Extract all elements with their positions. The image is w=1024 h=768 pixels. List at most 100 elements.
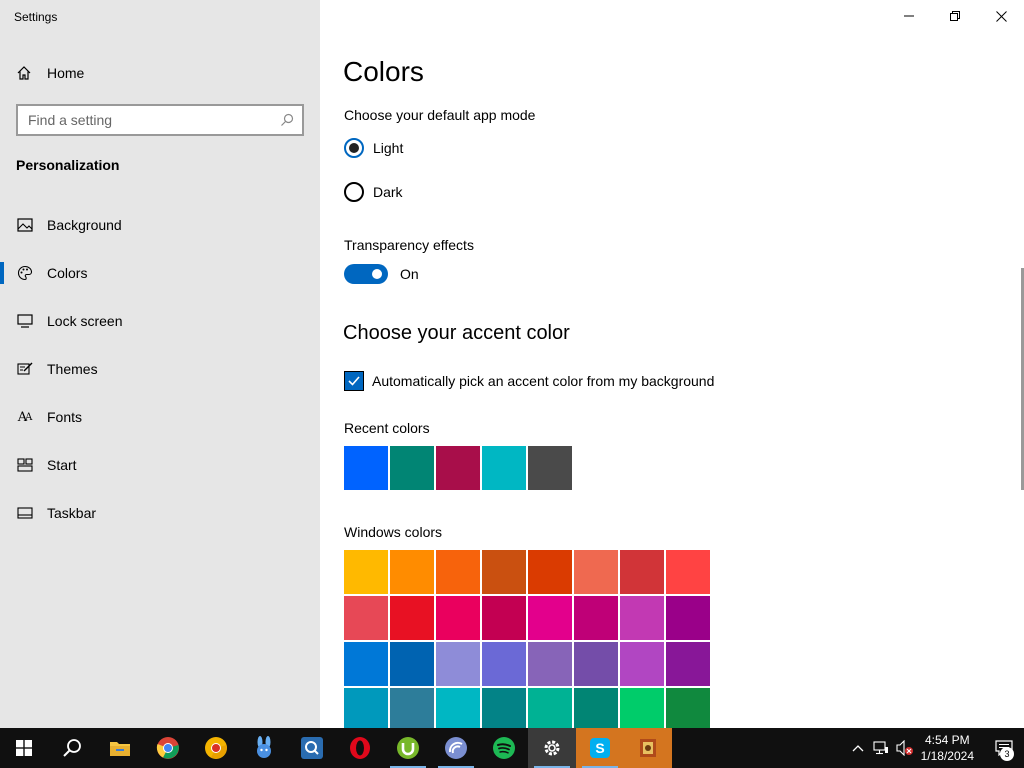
windows-color-swatch[interactable] [574, 688, 618, 728]
bittorrent-button[interactable] [432, 728, 480, 768]
start-button[interactable] [0, 728, 48, 768]
windows-color-swatch[interactable] [344, 550, 388, 594]
show-hidden-icons-button[interactable] [847, 728, 869, 768]
windows-color-swatch[interactable] [482, 550, 526, 594]
clock[interactable]: 4:54 PM 1/18/2024 [921, 732, 974, 764]
recent-colors-label: Recent colors [344, 420, 430, 436]
sidebar-item-colors[interactable]: Colors [0, 249, 320, 297]
search-icon [63, 739, 81, 757]
settings-button[interactable] [528, 728, 576, 768]
chrome-icon [156, 737, 179, 759]
windows-color-swatch[interactable] [528, 642, 572, 686]
home-link[interactable]: Home [16, 62, 84, 84]
opera-button[interactable] [336, 728, 384, 768]
windows-color-swatch[interactable] [436, 642, 480, 686]
auto-accent-checkbox[interactable] [344, 371, 364, 391]
sidebar: Settings Home Personalization Background… [0, 0, 320, 728]
bittorrent-icon [445, 737, 467, 759]
search-button[interactable] [48, 728, 96, 768]
windows-color-swatch[interactable] [620, 550, 664, 594]
sidebar-item-fonts[interactable]: AA Fonts [0, 393, 320, 441]
windows-color-swatch[interactable] [390, 596, 434, 640]
chrome-canary-button[interactable] [192, 728, 240, 768]
windows-color-swatch[interactable] [436, 688, 480, 728]
radio-light[interactable]: Light [344, 138, 403, 158]
game-icon [640, 739, 656, 757]
windows-color-swatch[interactable] [666, 688, 710, 728]
windows-color-swatch[interactable] [620, 642, 664, 686]
chrome-button[interactable] [144, 728, 192, 768]
section-title: Personalization [16, 157, 120, 173]
windows-color-swatch[interactable] [574, 642, 618, 686]
search-icon[interactable] [280, 113, 294, 127]
windows-color-swatch[interactable] [390, 550, 434, 594]
skype-icon: S [590, 738, 610, 758]
windows-color-swatch[interactable] [574, 596, 618, 640]
sidebar-item-start[interactable]: Start [0, 441, 320, 489]
windows-color-swatch[interactable] [666, 596, 710, 640]
radio-button-dark[interactable] [344, 182, 364, 202]
sidebar-item-lock-screen[interactable]: Lock screen [0, 297, 320, 345]
windows-color-swatch[interactable] [482, 642, 526, 686]
chevron-up-icon [852, 745, 864, 752]
sidebar-item-background[interactable]: Background [0, 201, 320, 249]
windows-color-swatch[interactable] [344, 642, 388, 686]
restore-button[interactable] [932, 0, 978, 32]
recent-color-swatch[interactable] [528, 446, 572, 490]
file-explorer-button[interactable] [96, 728, 144, 768]
clock-time: 4:54 PM [924, 733, 970, 747]
windows-color-swatch[interactable] [574, 550, 618, 594]
auto-accent-checkbox-row[interactable]: Automatically pick an accent color from … [344, 371, 714, 391]
picture-icon [16, 216, 34, 234]
recent-color-swatch[interactable] [390, 446, 434, 490]
windows-color-swatch[interactable] [482, 688, 526, 728]
gear-icon [544, 740, 560, 756]
network-icon [873, 741, 888, 755]
minimize-button[interactable] [886, 0, 932, 32]
fonts-icon: AA [17, 409, 33, 425]
rabbit-icon [257, 736, 271, 758]
windows-color-swatch[interactable] [528, 550, 572, 594]
search-input[interactable] [28, 112, 280, 128]
recent-color-swatch[interactable] [482, 446, 526, 490]
windows-color-swatch[interactable] [482, 596, 526, 640]
radio-button-light[interactable] [344, 138, 364, 158]
windows-color-swatch[interactable] [620, 596, 664, 640]
app-title: Settings [14, 10, 58, 24]
rabbit-app-button[interactable] [240, 728, 288, 768]
windows-logo-icon [16, 740, 32, 756]
recent-color-swatch[interactable] [344, 446, 388, 490]
windows-color-swatch[interactable] [344, 688, 388, 728]
volume-button[interactable] [893, 728, 917, 768]
search-box[interactable] [16, 104, 304, 136]
windows-color-swatch[interactable] [436, 596, 480, 640]
utorrent-icon [397, 737, 419, 759]
windows-color-swatch[interactable] [666, 550, 710, 594]
utorrent-button[interactable] [384, 728, 432, 768]
transparency-toggle-row[interactable]: On [344, 264, 419, 284]
close-button[interactable] [978, 0, 1024, 32]
qbittorrent-icon [301, 737, 323, 759]
transparency-toggle[interactable] [344, 264, 388, 284]
windows-color-swatch[interactable] [344, 596, 388, 640]
recent-color-swatch[interactable] [436, 446, 480, 490]
qbittorrent-button[interactable] [288, 728, 336, 768]
windows-color-swatch[interactable] [620, 688, 664, 728]
windows-color-swatch[interactable] [528, 596, 572, 640]
sidebar-item-themes[interactable]: Themes [0, 345, 320, 393]
svg-text:S: S [595, 740, 604, 756]
skype-button[interactable]: S [576, 728, 624, 768]
windows-color-swatch[interactable] [390, 688, 434, 728]
windows-color-swatch[interactable] [390, 642, 434, 686]
sidebar-item-taskbar[interactable]: Taskbar [0, 489, 320, 537]
action-center-button[interactable]: 3 [984, 728, 1024, 768]
windows-color-swatch[interactable] [436, 550, 480, 594]
spotify-button[interactable] [480, 728, 528, 768]
radio-dark[interactable]: Dark [344, 182, 403, 202]
app-mode-label: Choose your default app mode [344, 107, 536, 123]
network-button[interactable] [869, 728, 893, 768]
auto-accent-label: Automatically pick an accent color from … [372, 373, 715, 389]
windows-color-swatch[interactable] [528, 688, 572, 728]
game-app-button[interactable] [624, 728, 672, 768]
windows-color-swatch[interactable] [666, 642, 710, 686]
